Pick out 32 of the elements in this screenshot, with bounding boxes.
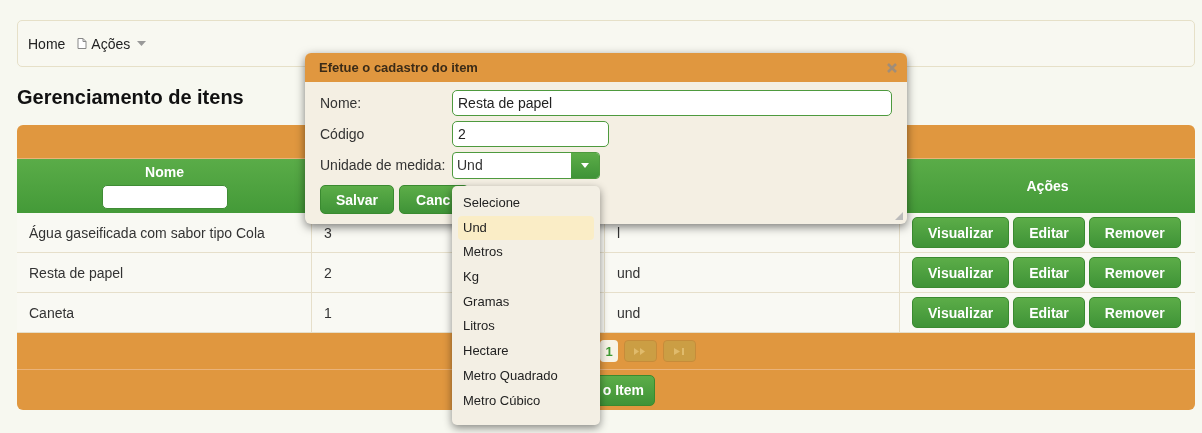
dropdown-option[interactable]: Und	[458, 215, 594, 241]
column-header: Nome	[145, 163, 184, 180]
actions-menu[interactable]: Ações	[91, 35, 131, 52]
dropdown-option[interactable]: Hectare	[458, 339, 594, 364]
table-cell: 1	[324, 304, 332, 321]
column-header: Ações	[1026, 178, 1069, 194]
field-label: Unidade de medida:	[320, 157, 447, 173]
caret-icon	[137, 41, 147, 46]
unit-select[interactable]: Und	[452, 151, 600, 179]
document-icon	[77, 38, 88, 49]
name-field[interactable]: Resta de papel	[452, 90, 892, 116]
dropdown-option[interactable]: Litros	[458, 314, 594, 340]
table-cell: 2	[324, 264, 332, 281]
dropdown-option[interactable]: Kg	[458, 265, 594, 290]
table-cell: und	[617, 304, 641, 321]
field-label: Código	[320, 126, 366, 142]
table-cell: Caneta	[29, 304, 75, 321]
table-cell: und	[617, 264, 641, 281]
caret-icon	[581, 162, 589, 168]
field-label: Nome:	[320, 95, 363, 111]
table-cell: Resta de papel	[29, 264, 124, 281]
dialog-title: Efetue o cadastro do item	[319, 60, 478, 75]
dropdown-option[interactable]: Gramas	[458, 289, 594, 315]
code-field[interactable]: 2	[452, 121, 609, 147]
dropdown-option[interactable]: Metros	[458, 240, 594, 266]
page-title: Gerenciamento de itens	[17, 85, 244, 109]
table-cell: Água gaseificada com sabor tipo Cola	[29, 224, 265, 241]
home-link[interactable]: Home	[28, 35, 66, 52]
filter-field[interactable]	[101, 184, 228, 209]
close-icon[interactable]	[887, 62, 897, 73]
table-cell: l	[617, 224, 621, 241]
table-cell: 3	[324, 224, 332, 241]
